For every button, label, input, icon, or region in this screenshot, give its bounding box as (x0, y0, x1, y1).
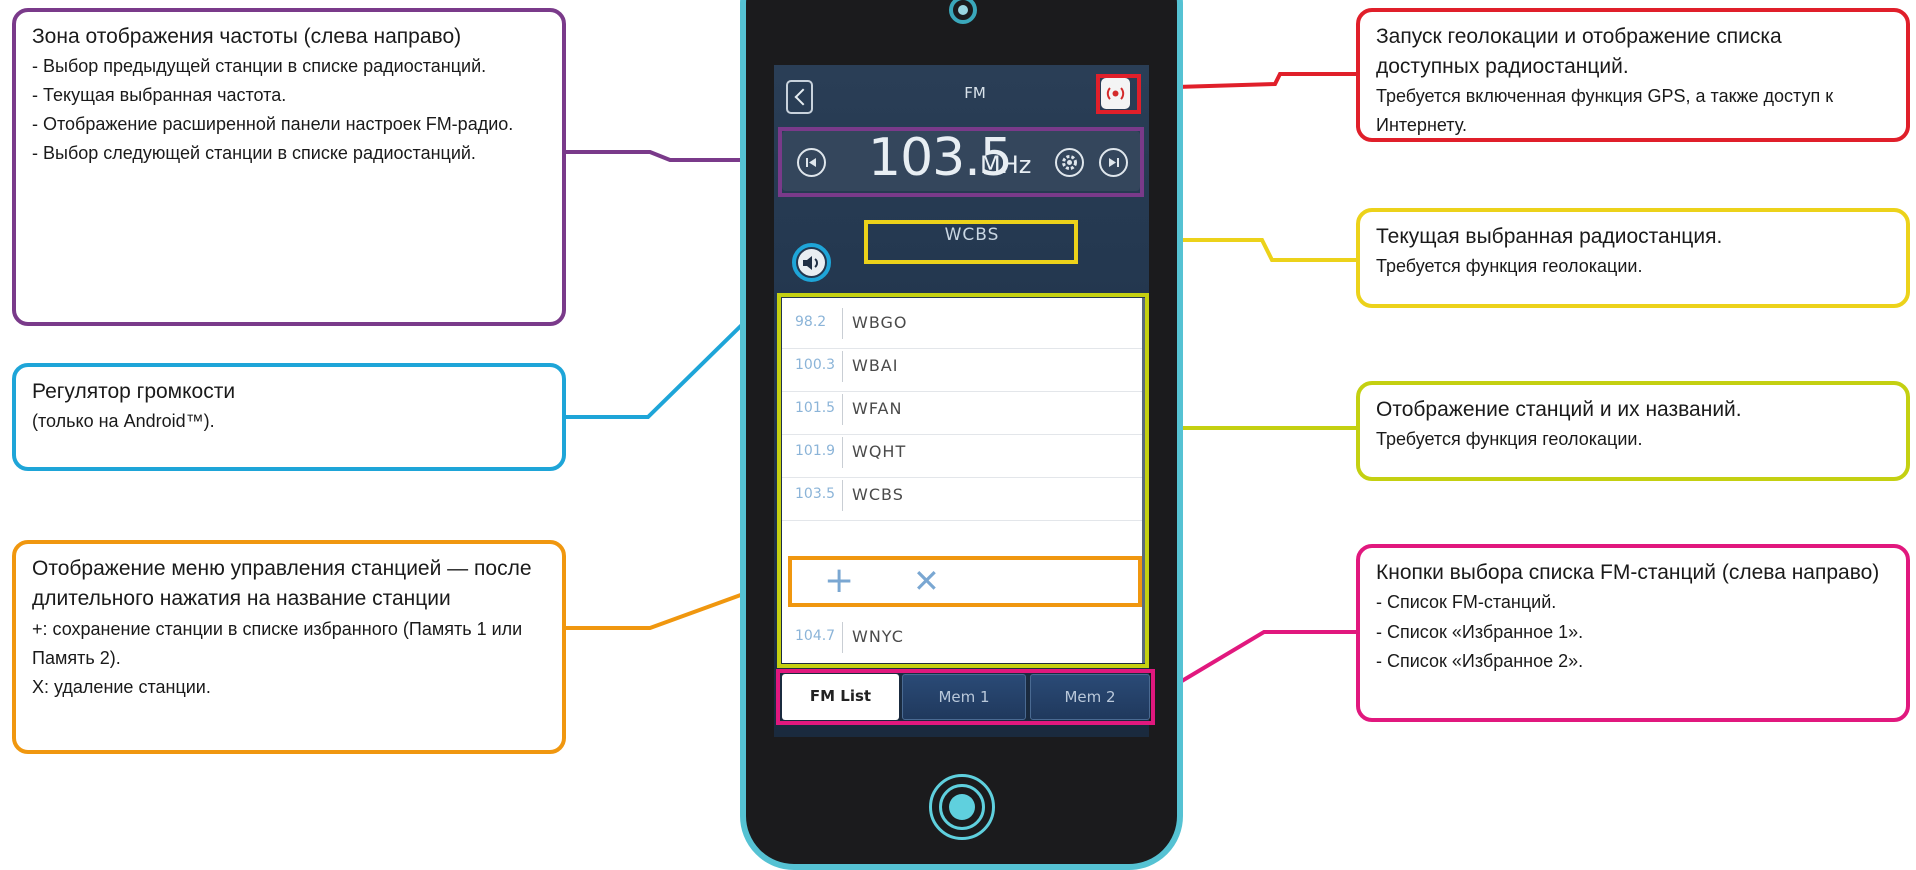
tab-fm-list[interactable]: FM List (782, 674, 899, 720)
callout-current-note: Требуется функция геолокации. (1376, 255, 1643, 276)
station-name: WBGO (852, 313, 908, 332)
station-frequency: 100.3 (795, 357, 836, 373)
callout-list-note: Требуется функция геолокации. (1376, 428, 1643, 449)
callout-menu-title: Отображение меню управления станцией — п… (32, 557, 532, 611)
callout-current-title: Текущая выбранная радиостанция. (1376, 225, 1723, 248)
callout-station-list: Отображение станций и их названий. Требу… (1356, 381, 1910, 481)
station-name: WQHT (852, 442, 907, 461)
station-frequency: 101.5 (795, 400, 836, 416)
callout-geo-note: Требуется включенная функция GPS, а такж… (1376, 85, 1834, 135)
divider (842, 394, 843, 425)
station-frequency: 103.5 (795, 486, 836, 502)
station-list: 98.2 WBGO 100.3 WBAI 101.5 WFAN 101.9 WQ… (782, 298, 1142, 663)
station-name: WCBS (852, 485, 904, 504)
station-name: WNYC (852, 627, 904, 646)
station-row[interactable]: 103.5 WCBS (782, 470, 1142, 521)
skip-back-icon (806, 158, 816, 167)
station-frequency: 104.7 (795, 628, 836, 644)
divider (842, 351, 843, 382)
volume-button[interactable] (798, 249, 825, 276)
callout-buttons-item: - Список «Избранное 2». (1376, 650, 1584, 671)
back-button[interactable] (786, 80, 813, 114)
callout-frequency-zone: Зона отображения частоты (слева направо)… (12, 8, 566, 326)
current-station-name: WCBS (944, 225, 1000, 245)
frequency-unit: MHz (980, 151, 1032, 179)
callout-frequency-title: Зона отображения частоты (слева направо) (32, 25, 462, 48)
station-row[interactable]: 104.7 WNYC (782, 612, 1142, 663)
station-action-menu: + ✕ (782, 554, 1142, 610)
tab-mem-1[interactable]: Mem 1 (902, 674, 1026, 720)
station-name: WBAI (852, 356, 899, 375)
callout-station-menu: Отображение меню управления станцией — п… (12, 540, 566, 754)
camera-icon (949, 0, 977, 24)
callout-frequency-item: - Выбор следующей станции в списке радио… (32, 143, 476, 164)
callout-list-buttons: Кнопки выбора списка FM-станций (слева н… (1356, 544, 1910, 722)
divider (842, 622, 843, 653)
callout-list-title: Отображение станций и их названий. (1376, 398, 1742, 421)
callout-menu-item: +: сохранение станции в списке избранног… (32, 618, 523, 669)
callout-buttons-item: - Список FM-станций. (1376, 592, 1557, 613)
list-scrollbar[interactable] (1142, 298, 1146, 663)
geolocation-button[interactable] (1101, 78, 1130, 109)
delete-station-button[interactable]: ✕ (913, 562, 940, 600)
callout-geolocation: Запуск геолокации и отображение списка д… (1356, 8, 1910, 142)
callout-current-station: Текущая выбранная радиостанция. Требуетс… (1356, 208, 1910, 308)
divider (842, 480, 843, 511)
tab-mem-2[interactable]: Mem 2 (1030, 674, 1150, 720)
station-frequency: 101.9 (795, 443, 836, 459)
callout-frequency-item: - Отображение расширенной панели настрое… (32, 114, 514, 135)
callout-geo-title: Запуск геолокации и отображение списка д… (1376, 25, 1782, 78)
skip-forward-icon (1109, 158, 1119, 167)
next-station-button[interactable] (1099, 148, 1128, 177)
divider (842, 308, 843, 339)
station-frequency: 98.2 (795, 314, 827, 330)
broadcast-icon (1106, 87, 1125, 100)
callout-buttons-item: - Список «Избранное 1». (1376, 621, 1584, 642)
divider (842, 437, 843, 468)
station-name: WFAN (852, 399, 903, 418)
callout-frequency-item: - Выбор предыдущей станции в списке ради… (32, 55, 487, 76)
callout-volume: Регулятор громкости (только на Android™)… (12, 363, 566, 471)
callout-menu-item: X: удаление станции. (32, 677, 211, 698)
gear-icon (1062, 155, 1077, 170)
add-favorite-button[interactable]: + (824, 560, 854, 601)
app-title: FM (964, 84, 986, 102)
callout-frequency-item: - Текущая выбранная частота. (32, 84, 287, 105)
fm-settings-button[interactable] (1055, 148, 1084, 177)
home-button[interactable] (929, 774, 995, 840)
speaker-icon (803, 256, 818, 270)
callout-volume-title: Регулятор громкости (32, 380, 236, 403)
previous-station-button[interactable] (797, 148, 826, 177)
callout-volume-note: (только на Android™). (32, 410, 215, 431)
callout-buttons-title: Кнопки выбора списка FM-станций (слева н… (1376, 561, 1880, 584)
